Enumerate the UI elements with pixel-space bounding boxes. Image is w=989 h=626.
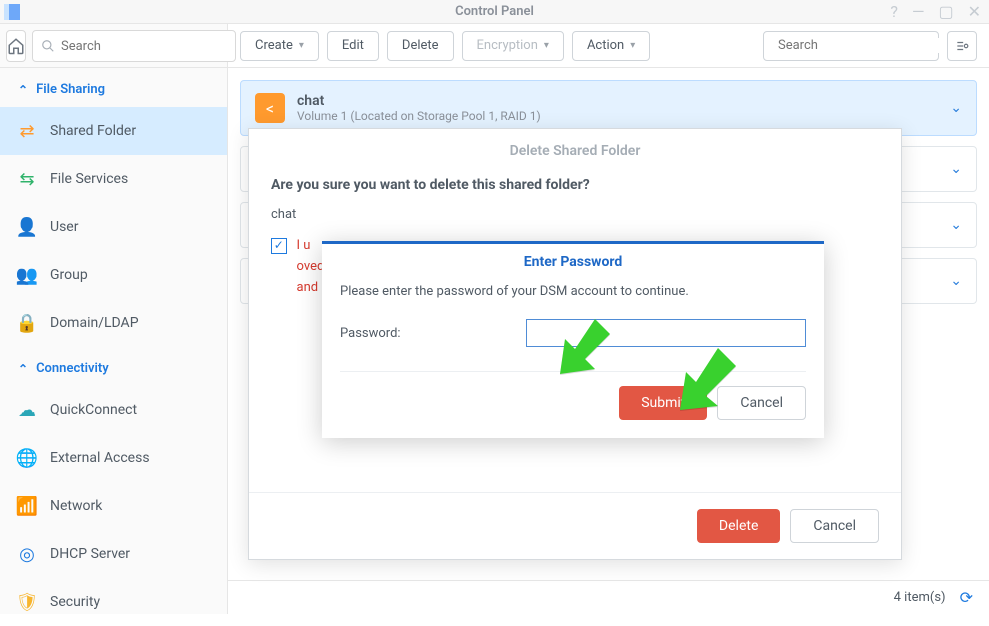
sidebar-item-icon: 🔒 [16, 312, 38, 334]
sidebar-item-icon: 📶 [16, 495, 38, 517]
sidebar-item-label: Group [50, 267, 88, 283]
titlebar: Control Panel ? — ▢ ✕ [0, 0, 989, 24]
sidebar-item-icon: ⇆ [16, 168, 38, 190]
sidebar-item-label: File Services [50, 171, 128, 187]
sidebar-item-icon: 🌐 [16, 447, 38, 469]
sidebar-item-group[interactable]: 👥 Group [0, 251, 227, 299]
home-button[interactable] [6, 30, 26, 62]
sidebar-item-icon: ◎ [16, 543, 38, 565]
sidebar-search-input[interactable] [61, 39, 227, 54]
sidebar-group-connectivity[interactable]: ⌃ Connectivity [0, 347, 227, 386]
sidebar-item-label: DHCP Server [50, 546, 130, 562]
delete-folder-name: chat [271, 207, 879, 222]
password-message: Please enter the password of your DSM ac… [340, 284, 806, 299]
chevron-down-icon[interactable]: ⌄ [950, 273, 962, 289]
search-icon [41, 39, 55, 53]
sidebar-item-label: Shared Folder [50, 123, 136, 139]
sidebar-item-network[interactable]: 📶 Network [0, 482, 227, 530]
sidebar: ⌃ File Sharing ⇄ Shared Folder ⇆ File Servi… [0, 24, 228, 614]
maximize-icon[interactable]: ▢ [938, 2, 953, 21]
sidebar-group-file-sharing[interactable]: ⌃ File Sharing [0, 68, 227, 107]
password-dialog-title: Enter Password [322, 244, 824, 276]
folder-name: chat [297, 93, 938, 109]
close-icon[interactable]: ✕ [968, 2, 981, 21]
sidebar-item-dhcp-server[interactable]: ◎ DHCP Server [0, 530, 227, 578]
settings-list-button[interactable] [947, 31, 977, 61]
arrow-annotation [668, 348, 738, 422]
delete-confirm-button[interactable]: Delete [697, 509, 780, 543]
sidebar-item-icon: 👤 [16, 216, 38, 238]
sidebar-item-shared-folder[interactable]: ⇄ Shared Folder [0, 107, 227, 155]
sidebar-item-domain-ldap[interactable]: 🔒 Domain/LDAP [0, 299, 227, 347]
chevron-down-icon[interactable]: ⌄ [950, 161, 962, 177]
toolbar: Create Edit Delete Encryption Action [228, 24, 989, 68]
edit-button[interactable]: Edit [327, 31, 379, 61]
home-icon [7, 37, 25, 55]
sidebar-item-user[interactable]: 👤 User [0, 203, 227, 251]
sidebar-item-icon: ☁ [16, 399, 38, 421]
sidebar-item-security[interactable]: 🛡 Security [0, 578, 227, 626]
delete-button[interactable]: Delete [387, 31, 454, 61]
password-label: Password: [340, 326, 510, 341]
create-button[interactable]: Create [240, 31, 319, 61]
reload-icon[interactable]: ⟳ [960, 588, 973, 607]
sidebar-group-label: File Sharing [36, 82, 105, 97]
app-icon [4, 4, 20, 20]
toolbar-search[interactable] [763, 31, 939, 61]
sidebar-item-file-services[interactable]: ⇆ File Services [0, 155, 227, 203]
sidebar-item-icon: 👥 [16, 264, 38, 286]
chevron-up-icon: ⌃ [18, 83, 28, 97]
sidebar-item-icon: ⇄ [16, 120, 38, 142]
folder-subtitle: Volume 1 (Located on Storage Pool 1, RAI… [297, 109, 938, 123]
sidebar-item-label: Domain/LDAP [50, 315, 139, 331]
list-gear-icon [955, 39, 969, 53]
content-footer: 4 item(s) ⟳ [228, 580, 989, 614]
arrow-annotation [540, 314, 610, 388]
window-title: Control Panel [455, 4, 534, 19]
sidebar-item-icon: 🛡 [16, 591, 38, 613]
action-button[interactable]: Action [572, 31, 650, 61]
item-count: 4 item(s) [894, 590, 946, 605]
dialog-title: Delete Shared Folder [249, 129, 901, 169]
sidebar-item-external-access[interactable]: 🌐 External Access [0, 434, 227, 482]
sidebar-item-label: Network [50, 498, 102, 514]
sidebar-item-label: User [50, 219, 78, 235]
chevron-down-icon[interactable]: ⌄ [950, 100, 962, 116]
minimize-icon[interactable]: — [912, 2, 925, 21]
toolbar-search-input[interactable] [778, 38, 944, 53]
share-icon: < [255, 93, 285, 123]
sidebar-item-quickconnect[interactable]: ☁ QuickConnect [0, 386, 227, 434]
sidebar-item-label: External Access [50, 450, 150, 466]
sidebar-group-label: Connectivity [36, 361, 109, 376]
encryption-button[interactable]: Encryption [462, 31, 564, 61]
help-icon[interactable]: ? [890, 2, 898, 21]
delete-question: Are you sure you want to delete this sha… [271, 177, 879, 193]
chevron-down-icon[interactable]: ⌄ [950, 217, 962, 233]
sidebar-item-label: QuickConnect [50, 402, 137, 418]
ack-checkbox[interactable]: ✓ [271, 238, 287, 254]
chevron-up-icon: ⌃ [18, 362, 28, 376]
delete-cancel-button[interactable]: Cancel [790, 509, 879, 543]
sidebar-item-label: Security [50, 594, 100, 610]
sidebar-search[interactable] [32, 30, 236, 62]
